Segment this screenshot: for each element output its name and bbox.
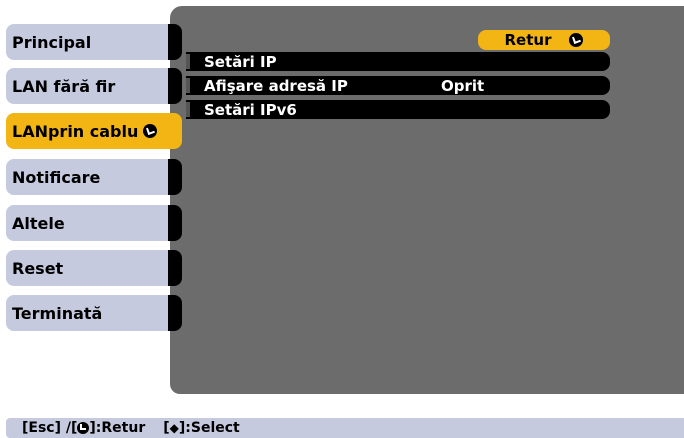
sidebar-item-label: Reset xyxy=(12,258,64,278)
sidebar-item-label: LANprin cablu xyxy=(12,121,139,141)
tab-notch xyxy=(168,159,182,195)
menu-row-label: Setări IPv6 xyxy=(204,100,297,119)
enter-icon xyxy=(143,124,158,138)
footer-retur: ]:Retur xyxy=(89,420,146,436)
sidebar-item-wired-lan[interactable]: LANprin cablu xyxy=(6,113,182,149)
row-marker xyxy=(186,78,190,93)
tab-notch xyxy=(168,250,182,286)
sidebar-item-label: Terminată xyxy=(12,303,103,323)
sidebar-item-wireless-lan[interactable]: LAN fără fir xyxy=(6,68,182,104)
menu-row-label: Afişare adresă IP xyxy=(204,76,348,95)
menu-row-show-ip-address[interactable]: Afişare adresă IP Oprit xyxy=(186,76,610,95)
sidebar-item-terminata[interactable]: Terminată xyxy=(6,295,182,331)
sidebar-item-principal[interactable]: Principal xyxy=(6,24,182,60)
footer-help-bar: [Esc] /[ ]:Retur [ ◆ ]:Select xyxy=(6,418,684,438)
footer-select: ]:Select xyxy=(178,420,240,436)
footer-esc: [Esc] /[ xyxy=(22,420,78,436)
tab-notch xyxy=(168,68,182,104)
retur-label: Retur xyxy=(504,31,552,49)
menu-row-value: Oprit xyxy=(441,76,485,95)
enter-icon xyxy=(569,33,584,47)
enter-icon xyxy=(77,422,90,434)
sidebar-item-notificare[interactable]: Notificare xyxy=(6,159,182,195)
row-marker xyxy=(186,102,190,117)
retur-button[interactable]: Retur xyxy=(478,30,610,50)
sidebar-item-label: Altele xyxy=(12,213,65,233)
sidebar-item-reset[interactable]: Reset xyxy=(6,250,182,286)
row-marker xyxy=(186,54,190,69)
tab-notch xyxy=(168,24,182,60)
sidebar-item-label: LAN fără fir xyxy=(12,76,116,96)
tab-notch xyxy=(168,295,182,331)
menu-row-ip-settings[interactable]: Setări IP xyxy=(186,52,610,71)
menu-row-label: Setări IP xyxy=(204,52,277,71)
up-down-icon: ◆ xyxy=(169,421,179,435)
menu-row-ipv6-settings[interactable]: Setări IPv6 xyxy=(186,100,610,119)
sidebar-item-altele[interactable]: Altele xyxy=(6,205,182,241)
tab-notch xyxy=(168,205,182,241)
sidebar-item-label: Principal xyxy=(12,32,92,52)
tab-notch xyxy=(168,113,182,149)
sidebar-item-label: Notificare xyxy=(12,167,101,187)
